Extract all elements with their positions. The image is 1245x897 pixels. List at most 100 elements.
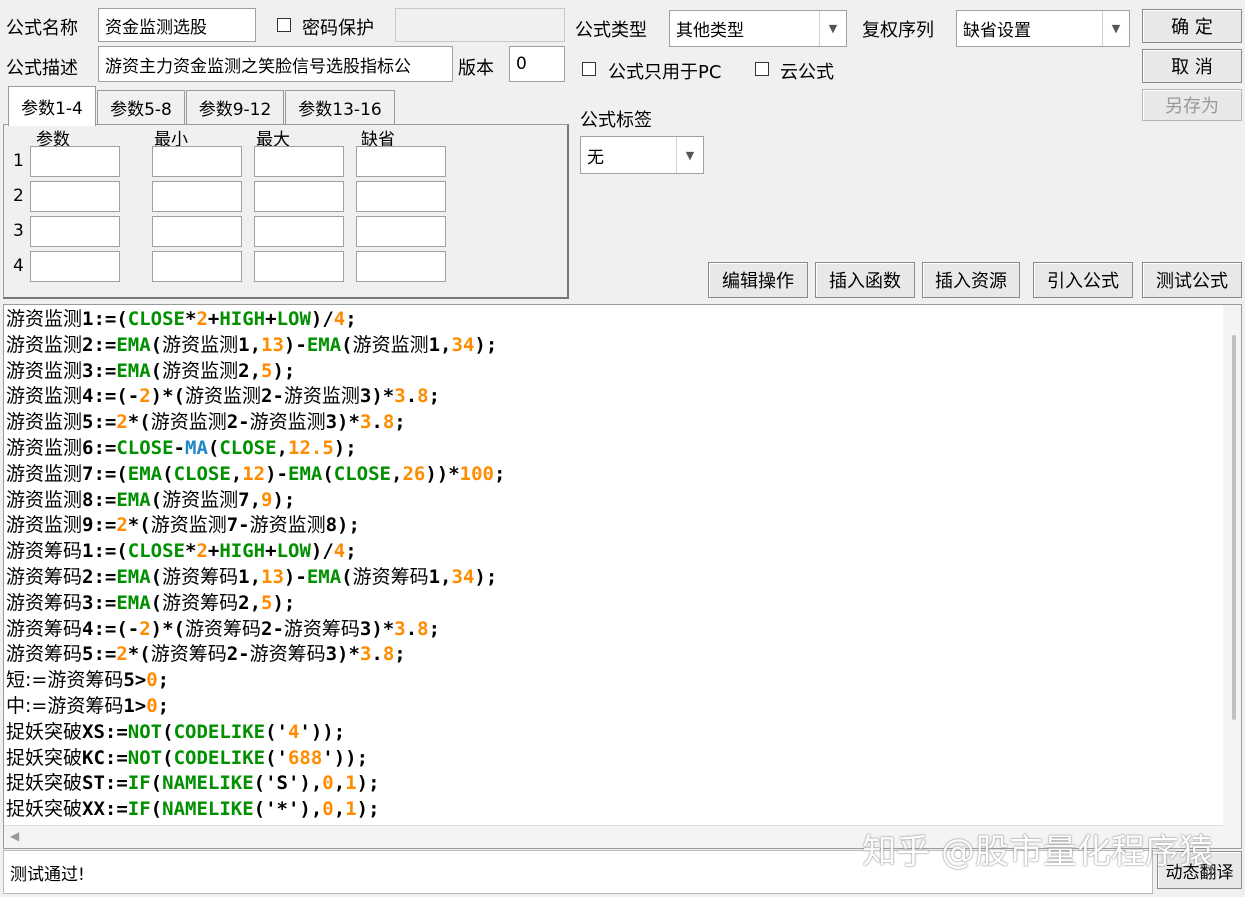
save-as-button[interactable]: 另存为 <box>1142 89 1242 121</box>
code-token: 游资监测 <box>6 333 83 356</box>
code-line[interactable]: 游资监测1:=(CLOSE*2+HIGH+LOW)/4; <box>6 307 505 333</box>
scroll-left-icon[interactable]: ◀ <box>10 829 19 843</box>
formula-desc-label: 公式描述 <box>6 58 78 79</box>
formula-type-select[interactable]: 其他类型 ▼ <box>669 10 847 47</box>
chevron-down-icon[interactable]: ▼ <box>1102 11 1129 46</box>
code-line[interactable]: 游资监测4:=(-2)*(游资监测2-游资监测3)*3.8; <box>6 384 505 410</box>
tab-params-5-8[interactable]: 参数5-8 <box>97 90 185 124</box>
code-token: 游资监测 <box>352 333 429 356</box>
code-editor[interactable]: 游资监测1:=(CLOSE*2+HIGH+LOW)/4; 游资监测2:=EMA(游… <box>3 304 1242 849</box>
param-max-input[interactable] <box>254 146 344 177</box>
code-token: 游资筹码 <box>249 643 326 666</box>
code-token: EMA <box>116 333 151 356</box>
code-token: , <box>230 462 243 485</box>
code-line[interactable]: 捉妖突破ST:=IF(NAMELIKE('S'),0,1); <box>6 771 505 797</box>
code-line[interactable]: 游资监测6:=CLOSE-MA(CLOSE,12.5); <box>6 436 505 462</box>
param-max-input[interactable] <box>254 216 344 247</box>
code-token: )*( <box>150 617 185 640</box>
code-token: 游资监测 <box>249 411 326 434</box>
version-input[interactable]: 0 <box>509 46 565 82</box>
param-min-input[interactable] <box>152 146 242 177</box>
code-token: 5 <box>261 359 273 382</box>
param-default-input[interactable] <box>356 146 446 177</box>
code-token: 3)* <box>325 643 360 666</box>
code-token: )- <box>265 462 288 485</box>
code-token: IF <box>127 798 151 821</box>
formula-name-input[interactable]: 资金监测选股 <box>98 8 256 42</box>
code-line[interactable]: 游资筹码2:=EMA(游资筹码1,13)-EMA(游资筹码1,34); <box>6 565 505 591</box>
code-token: 游资监测 <box>6 359 83 382</box>
code-line[interactable]: 游资监测5:=2*(游资监测2-游资监测3)*3.8; <box>6 410 505 436</box>
test-formula-button[interactable]: 测试公式 <box>1142 262 1242 298</box>
edit-ops-button[interactable]: 编辑操作 <box>708 262 808 298</box>
vertical-scroll-thumb[interactable] <box>1232 335 1236 720</box>
code-token: 游资筹码 <box>6 565 83 588</box>
tab-params-13-16[interactable]: 参数13-16 <box>285 90 395 124</box>
code-token: + <box>207 308 220 330</box>
param-name-input[interactable] <box>30 216 120 247</box>
rights-seq-select[interactable]: 缺省设置 ▼ <box>956 10 1130 47</box>
code-line[interactable]: 游资筹码1:=(CLOSE*2+HIGH+LOW)/4; <box>6 539 505 565</box>
code-token: ( <box>150 359 163 382</box>
code-line[interactable]: 捉妖突破KC:=NOT(CODELIKE('688')); <box>6 746 505 772</box>
param-default-input[interactable] <box>356 181 446 212</box>
code-line[interactable]: 捉妖突破XS:=NOT(CODELIKE('4')); <box>6 720 505 746</box>
code-token: XS:= <box>82 720 128 743</box>
code-token: 7- <box>226 514 250 537</box>
code-token: 9:= <box>82 514 117 537</box>
code-line[interactable]: 游资监测8:=EMA(游资监测7,9); <box>6 488 505 514</box>
param-min-input[interactable] <box>152 216 242 247</box>
code-line[interactable]: 游资监测9:=2*(游资监测7-游资监测8); <box>6 513 505 539</box>
code-token: ; <box>345 540 357 563</box>
cancel-button[interactable]: 取 消 <box>1142 49 1242 83</box>
code-line[interactable]: 短:=游资筹码5>0; <box>6 668 505 694</box>
code-token: HIGH <box>219 540 266 563</box>
insert-function-button[interactable]: 插入函数 <box>815 262 915 298</box>
code-token: ); <box>356 772 380 795</box>
param-name-input[interactable] <box>30 146 120 177</box>
formula-tag-select[interactable]: 无 ▼ <box>580 136 704 174</box>
param-min-input[interactable] <box>152 251 242 282</box>
tab-params-9-12[interactable]: 参数9-12 <box>186 90 284 124</box>
param-max-input[interactable] <box>254 181 344 212</box>
code-token: ( <box>150 591 163 614</box>
password-input[interactable] <box>395 8 565 42</box>
tab-params-1-4[interactable]: 参数1-4 <box>8 86 96 126</box>
cloud-checkbox[interactable] <box>755 62 769 76</box>
code-token: ; <box>394 411 406 434</box>
code-token: ; <box>157 694 170 717</box>
code-line[interactable]: 游资筹码3:=EMA(游资筹码2,5); <box>6 591 505 617</box>
param-default-input[interactable] <box>356 216 446 247</box>
code-token: ; <box>493 462 506 485</box>
param-default-input[interactable] <box>356 251 446 282</box>
code-token: 3 <box>359 643 372 666</box>
code-line[interactable]: 中:=游资筹码1>0; <box>6 694 505 720</box>
param-row-number: 1 <box>13 151 24 171</box>
code-text[interactable]: 游资监测1:=(CLOSE*2+HIGH+LOW)/4; 游资监测2:=EMA(游… <box>6 307 505 823</box>
import-formula-button[interactable]: 引入公式 <box>1033 262 1133 298</box>
password-checkbox[interactable] <box>277 18 291 32</box>
insert-resource-button[interactable]: 插入资源 <box>922 262 1020 298</box>
code-line[interactable]: 游资筹码5:=2*(游资筹码2-游资筹码3)*3.8; <box>6 642 505 668</box>
code-line[interactable]: 捉妖突破XX:=IF(NAMELIKE('*'),0,1); <box>6 797 505 823</box>
code-token: 34 <box>451 565 475 588</box>
code-token: KC:= <box>82 746 128 769</box>
param-min-input[interactable] <box>152 181 242 212</box>
param-name-input[interactable] <box>30 181 120 212</box>
code-line[interactable]: 游资筹码4:=(-2)*(游资筹码2-游资筹码3)*3.8; <box>6 617 505 643</box>
formula-desc-input[interactable]: 游资主力资金监测之笑脸信号选股指标公 <box>98 46 453 82</box>
code-line[interactable]: 游资监测2:=EMA(游资监测1,13)-EMA(游资监测1,34); <box>6 333 505 359</box>
pc-only-checkbox[interactable] <box>582 62 596 76</box>
code-token: )- <box>283 565 307 588</box>
code-token: 游资筹码 <box>185 617 262 640</box>
ok-button[interactable]: 确 定 <box>1142 9 1242 43</box>
chevron-down-icon[interactable]: ▼ <box>676 137 703 173</box>
code-line[interactable]: 游资监测7:=(EMA(CLOSE,12)-EMA(CLOSE,26))*100… <box>6 462 505 488</box>
code-token: 2- <box>226 411 250 434</box>
chevron-down-icon[interactable]: ▼ <box>819 11 846 46</box>
param-name-input[interactable] <box>30 251 120 282</box>
code-line[interactable]: 游资监测3:=EMA(游资监测2,5); <box>6 359 505 385</box>
cloud-label: 云公式 <box>780 62 834 83</box>
vertical-scrollbar[interactable] <box>1223 305 1241 848</box>
param-max-input[interactable] <box>254 251 344 282</box>
